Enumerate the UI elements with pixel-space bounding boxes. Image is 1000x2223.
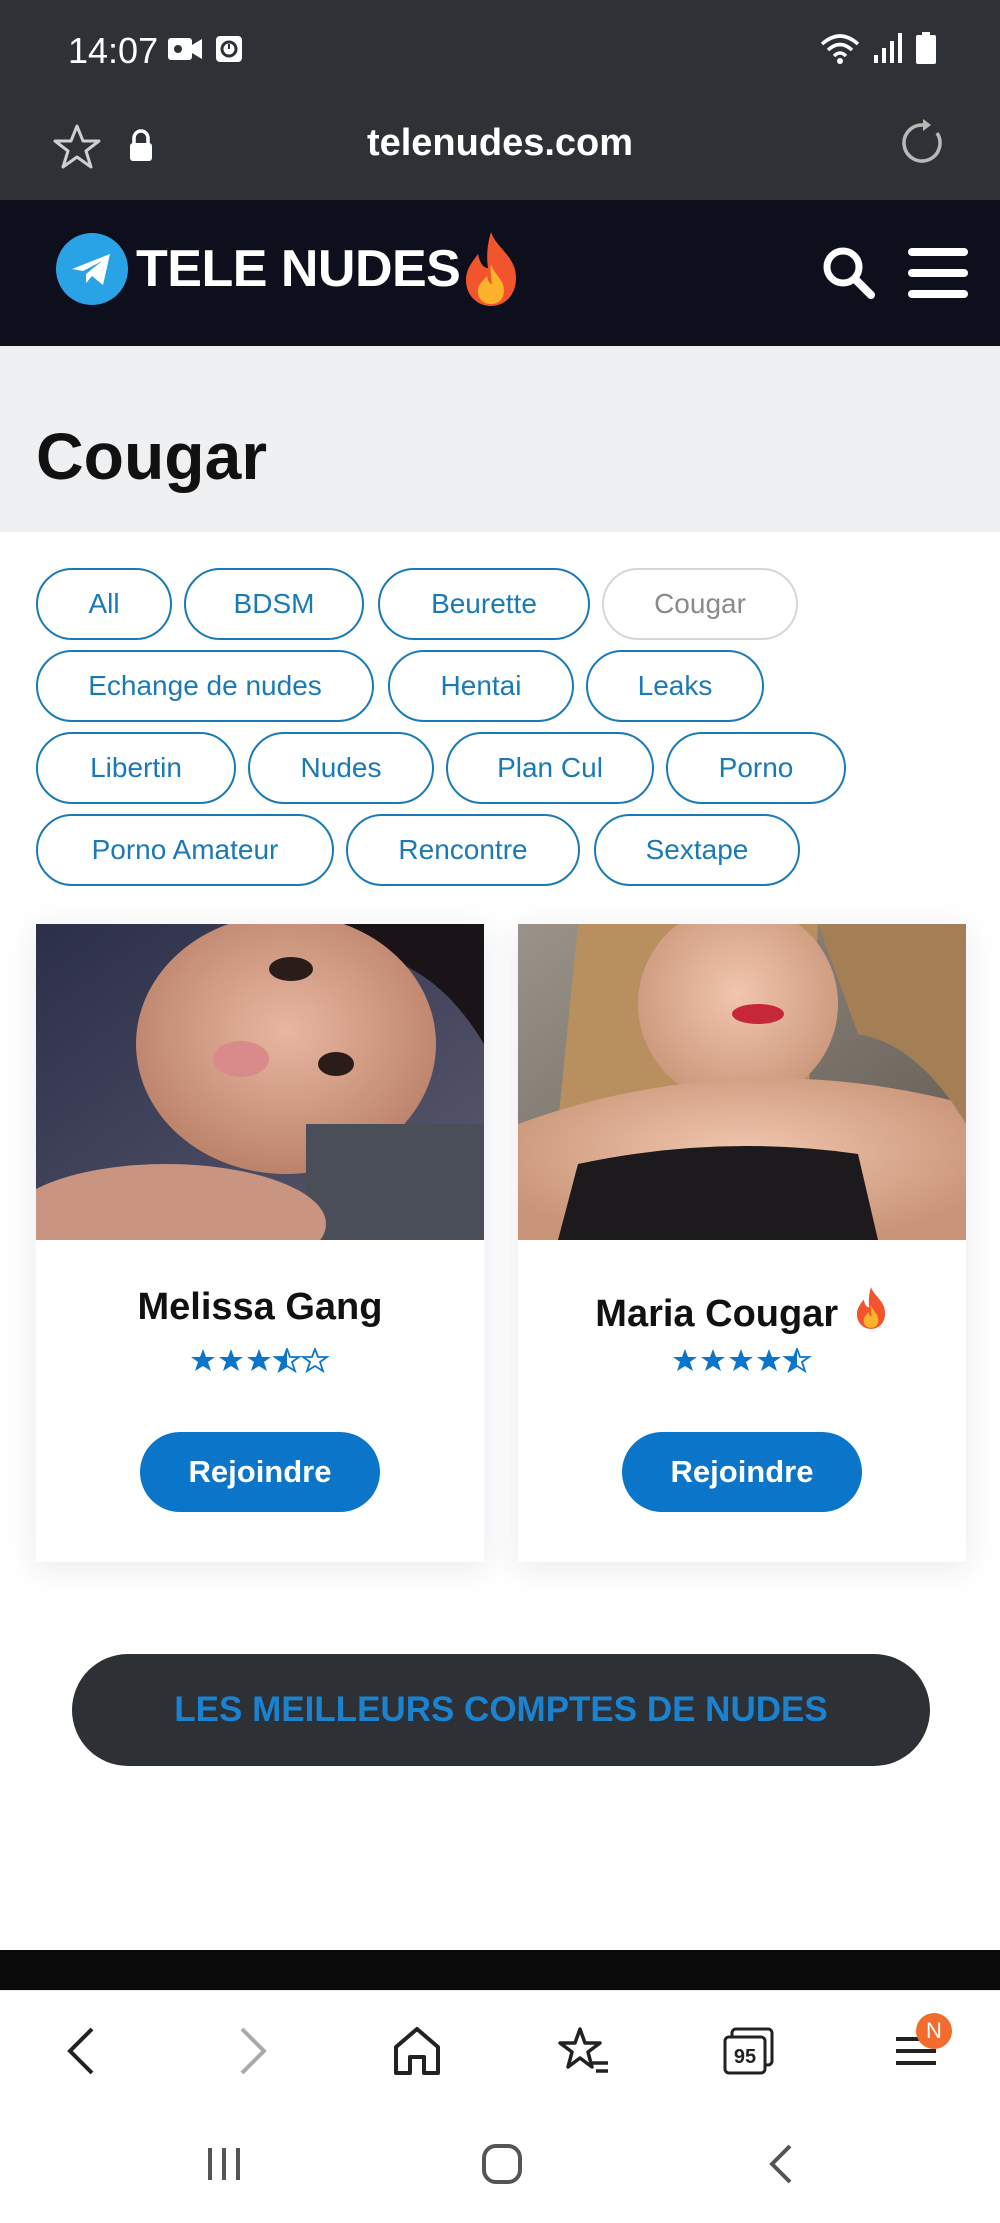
rating-stars (518, 1346, 966, 1379)
footer-strip (0, 1950, 1000, 1990)
video-camera-icon (168, 38, 202, 60)
site-header: TELE NUDES (0, 200, 1000, 346)
notification-badge: N (916, 2013, 952, 2049)
tag-beurette[interactable]: Beurette (378, 568, 590, 640)
tag-hentai[interactable]: Hentai (388, 650, 574, 722)
tag-porno[interactable]: Porno (666, 732, 846, 804)
join-button[interactable]: Rejoindre (622, 1432, 862, 1512)
tabs-icon[interactable]: 95 (722, 2023, 776, 2084)
star-full-icon (701, 1349, 725, 1371)
bookmarks-icon[interactable] (558, 2023, 610, 2079)
wifi-icon (820, 34, 860, 64)
profile-name-text: Maria Cougar (595, 1293, 839, 1335)
menu-icon[interactable] (908, 248, 968, 298)
clock-app-icon (216, 36, 242, 62)
tag-cougar[interactable]: Cougar (602, 568, 798, 640)
fire-icon (466, 232, 517, 306)
tag-bdsm[interactable]: BDSM (184, 568, 364, 640)
status-bar: 14:07 (0, 0, 1000, 100)
logo-text: TELE NUDES (136, 240, 461, 298)
tag-libertin[interactable]: Libertin (36, 732, 236, 804)
profile-photo[interactable] (518, 924, 966, 1240)
status-left-icons (168, 36, 242, 62)
profile-name[interactable]: Maria Cougar (518, 1286, 966, 1336)
profile-photo[interactable] (36, 924, 484, 1240)
star-full-icon (219, 1349, 243, 1371)
site-logo[interactable]: TELE NUDES (56, 230, 522, 308)
home-button-icon[interactable] (480, 2142, 524, 2186)
star-full-icon (191, 1349, 215, 1371)
url-text[interactable]: telenudes.com (0, 122, 1000, 165)
page-title: Cougar (36, 419, 267, 493)
star-full-icon (673, 1349, 697, 1371)
telegram-icon (56, 233, 128, 305)
tag-nudes[interactable]: Nudes (248, 732, 434, 804)
system-back-icon[interactable] (764, 2142, 800, 2186)
profile-card[interactable]: Melissa Gang Rejoindre (36, 924, 484, 1562)
battery-icon (916, 32, 936, 64)
tag-sextape[interactable]: Sextape (594, 814, 800, 886)
join-button[interactable]: Rejoindre (140, 1432, 380, 1512)
tag-plan-cul[interactable]: Plan Cul (446, 732, 654, 804)
tag-all[interactable]: All (36, 568, 172, 640)
browser-bottom-bar: 95 N (0, 1990, 1000, 2110)
tag-echange-de-nudes[interactable]: Echange de nudes (36, 650, 374, 722)
back-icon[interactable] (62, 2023, 102, 2079)
profile-name[interactable]: Melissa Gang (36, 1286, 484, 1329)
best-accounts-banner[interactable]: LES MEILLEURS COMPTES DE NUDES (72, 1654, 930, 1766)
tag-rencontre[interactable]: Rencontre (346, 814, 580, 886)
star-full-icon (247, 1349, 271, 1371)
tabs-count: 95 (734, 2046, 756, 2068)
signal-icon (874, 33, 902, 63)
recent-apps-icon[interactable] (204, 2142, 244, 2186)
star-empty-icon (300, 1346, 330, 1374)
profile-card[interactable]: Maria Cougar Rejoindre (518, 924, 966, 1562)
forward-icon[interactable] (232, 2023, 272, 2079)
rating-stars (36, 1346, 484, 1379)
status-time: 14:07 (68, 30, 159, 71)
star-full-icon (729, 1349, 753, 1371)
page-title-band: Cougar (0, 346, 1000, 532)
system-nav-bar (0, 2110, 1000, 2223)
fire-icon (856, 1287, 885, 1329)
browser-url-bar: telenudes.com (0, 100, 1000, 200)
reload-icon[interactable] (898, 118, 948, 168)
tag-leaks[interactable]: Leaks (586, 650, 764, 722)
status-right-icons (820, 32, 936, 64)
tag-porno-amateur[interactable]: Porno Amateur (36, 814, 334, 886)
home-icon[interactable] (392, 2023, 442, 2079)
star-full-icon (757, 1349, 781, 1371)
search-icon[interactable] (820, 244, 876, 300)
